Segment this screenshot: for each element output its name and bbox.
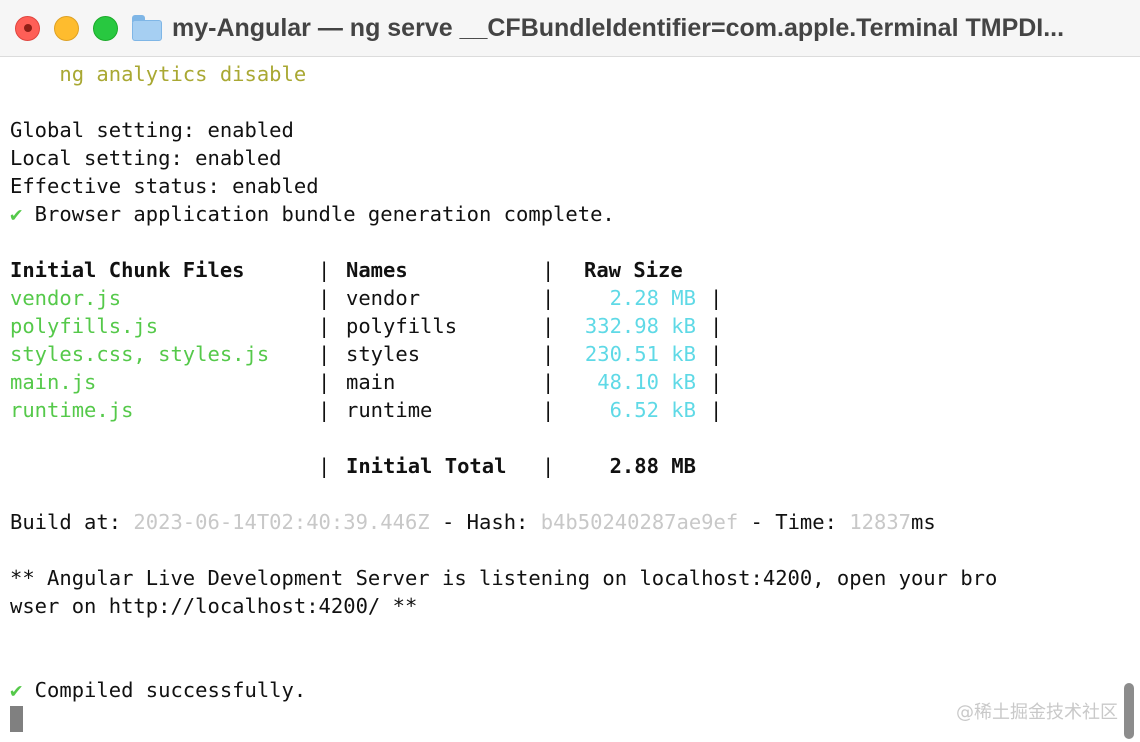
build-time-value: 12837 [849, 510, 912, 534]
chunk-size: 48.10 kB [597, 370, 696, 394]
folder-icon [132, 15, 162, 41]
table-header-files: Initial Chunk Files [10, 258, 245, 282]
global-setting-line: Global setting: enabled [10, 118, 294, 142]
table-separator: | [542, 314, 555, 338]
server-line-1: ** Angular Live Development Server is li… [10, 566, 998, 590]
local-setting-line: Local setting: enabled [10, 146, 282, 170]
total-label: Initial Total [346, 454, 507, 478]
analytics-command: ng analytics disable [10, 62, 307, 86]
minimize-button[interactable] [54, 15, 79, 41]
title-bar[interactable]: my-Angular — ng serve __CFBundleIdentifi… [0, 0, 1140, 57]
table-separator: | [710, 286, 723, 310]
table-separator: | [542, 454, 555, 478]
server-line-2: wser on http://localhost:4200/ ** [10, 594, 418, 618]
build-timestamp: 2023-06-14T02:40:39.446Z [133, 510, 430, 534]
hash-label: - Hash: [429, 510, 541, 534]
table-separator: | [710, 370, 723, 394]
table-separator: | [710, 398, 723, 422]
table-separator: | [542, 398, 555, 422]
table-separator: | [710, 314, 723, 338]
chunk-name: vendor [346, 286, 421, 310]
watermark: @稀土掘金技术社区 [956, 702, 1118, 723]
chunk-name: polyfills [346, 314, 458, 338]
effective-status-line: Effective status: enabled [10, 174, 319, 198]
build-time-unit: ms [911, 510, 936, 534]
chunk-size: 2.28 MB [609, 286, 696, 310]
compiled-text: Compiled successfully. [22, 678, 307, 702]
chunk-file: main.js [10, 370, 97, 394]
total-size: 2.88 MB [609, 454, 696, 478]
chunk-name: runtime [346, 398, 433, 422]
scrollbar[interactable] [1124, 683, 1134, 739]
table-separator: | [318, 370, 331, 394]
terminal-output[interactable]: ng analytics disable Global setting: ena… [0, 57, 1140, 742]
window-title: my-Angular — ng serve __CFBundleIdentifi… [172, 13, 1065, 42]
terminal-window: my-Angular — ng serve __CFBundleIdentifi… [0, 0, 1140, 742]
build-hash: b4b50240287ae9ef [540, 510, 739, 534]
window-controls [15, 15, 118, 41]
table-header-size: Raw Size [584, 258, 683, 282]
text-cursor [10, 706, 23, 732]
chunk-size: 332.98 kB [584, 314, 696, 338]
build-prefix: Build at: [10, 510, 134, 534]
chunk-name: main [346, 370, 396, 394]
close-button[interactable] [15, 15, 40, 41]
table-separator: | [542, 342, 555, 366]
build-line: Build at: 2023-06-14T02:40:39.446Z - Has… [10, 508, 936, 536]
chunk-name: styles [346, 342, 421, 366]
close-icon [23, 24, 32, 32]
table-separator: | [318, 286, 331, 310]
chunk-file: polyfills.js [10, 314, 159, 338]
time-label: - Time: [738, 510, 850, 534]
table-separator: | [542, 286, 555, 310]
chunk-file: vendor.js [10, 286, 122, 310]
zoom-button[interactable] [93, 15, 118, 41]
table-separator: | [542, 370, 555, 394]
bundle-complete-text: Browser application bundle generation co… [22, 202, 615, 226]
table-separator: | [318, 342, 331, 366]
table-separator: | [318, 398, 331, 422]
check-icon: ✔ [10, 202, 23, 226]
compiled-line: ✔ Compiled successfully. [10, 676, 306, 704]
bundle-complete-line: ✔ Browser application bundle generation … [10, 200, 615, 228]
table-header-names: Names [346, 258, 408, 282]
table-separator: | [318, 454, 331, 478]
chunk-file: runtime.js [10, 398, 134, 422]
table-separator: | [318, 258, 331, 282]
table-separator: | [710, 342, 723, 366]
check-icon: ✔ [10, 678, 23, 702]
table-separator: | [542, 258, 555, 282]
chunk-file: styles.css, styles.js [10, 342, 270, 366]
table-separator: | [318, 314, 331, 338]
chunk-size: 6.52 kB [609, 398, 696, 422]
chunk-size: 230.51 kB [584, 342, 696, 366]
